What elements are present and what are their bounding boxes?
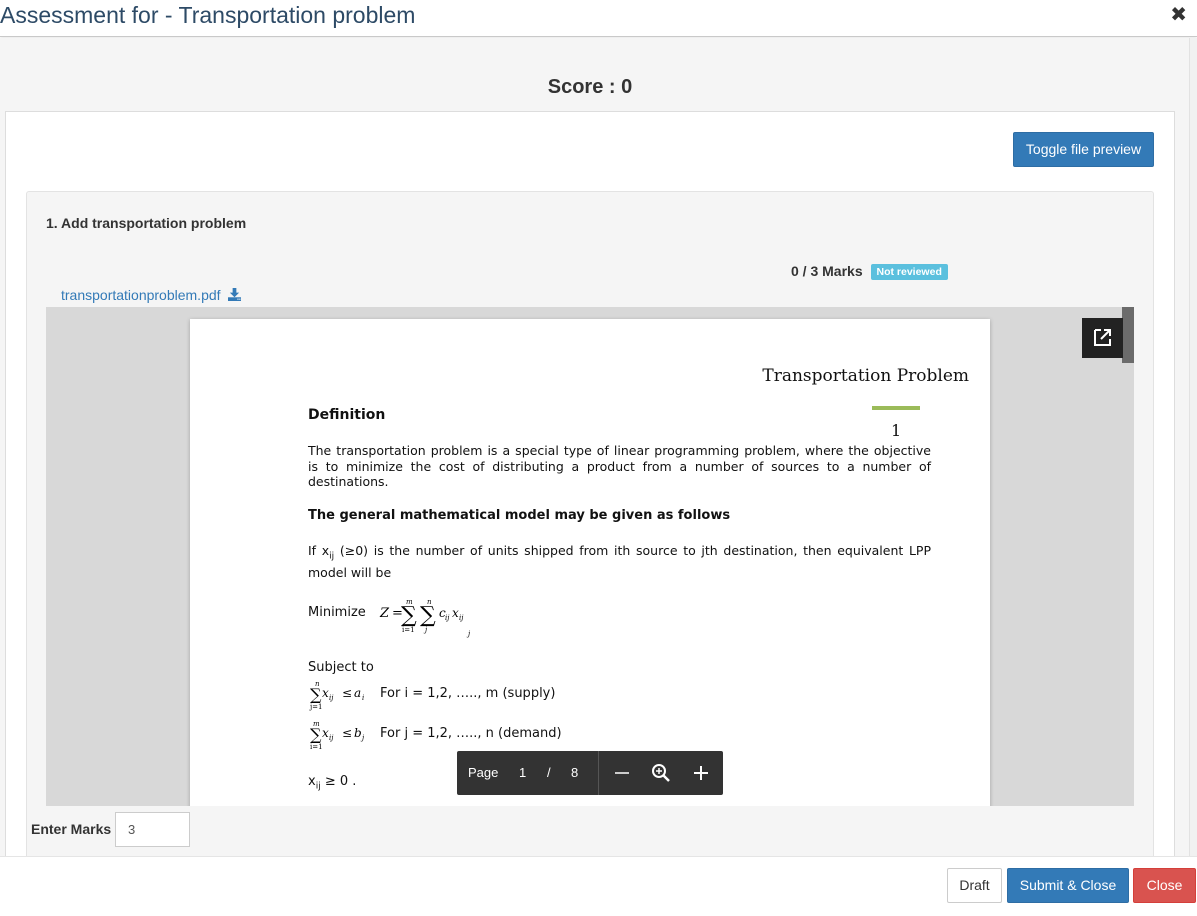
pdf-definition-text: The transportation problem is a special … — [308, 443, 931, 489]
svg-text:ij: ij — [459, 614, 464, 622]
pdf-viewer[interactable]: Transportation Problem 1 Definition The … — [46, 307, 1134, 806]
pdf-demand-text: For j = 1,2, ….., n (demand) — [380, 726, 562, 741]
pdf-viewer-scrollbar[interactable] — [1122, 307, 1134, 363]
pdf-model-heading: The general mathematical model may be gi… — [308, 508, 731, 523]
draft-button[interactable]: Draft — [947, 868, 1002, 903]
file-name: transportationproblem.pdf — [61, 287, 221, 303]
svg-text:∑: ∑ — [420, 603, 436, 628]
zoom-search-icon[interactable] — [647, 759, 675, 787]
pdf-nonneg-text: ≥ 0 . — [320, 774, 357, 789]
svg-text:i: i — [362, 694, 364, 702]
submit-close-button[interactable]: Submit & Close — [1007, 868, 1129, 903]
pdf-supply-text: For i = 1,2, ….., m (supply) — [380, 686, 556, 701]
pdf-objective-formula: Z = m ∑ n ∑ i=1 j c ij x ij j — [379, 598, 471, 638]
question-card: 1. Add transportation problem 0 / 3 Mark… — [26, 191, 1154, 856]
zoom-in-icon[interactable] — [687, 759, 715, 787]
svg-text:ij: ij — [445, 614, 450, 622]
svg-text:Z: Z — [379, 606, 390, 621]
marks-input[interactable] — [115, 812, 190, 847]
modal-header: Assessment for - Transportation problem … — [0, 0, 1197, 37]
svg-text:x: x — [322, 726, 329, 740]
svg-text:a: a — [354, 686, 361, 700]
pdf-demand-constraint: m ∑ i=1 x ij ≤ b j — [310, 720, 365, 751]
zoom-out-icon[interactable] — [608, 759, 636, 787]
svg-text:≤: ≤ — [342, 686, 352, 700]
file-download-link[interactable]: transportationproblem.pdf — [61, 287, 242, 303]
toolbar-divider — [598, 751, 599, 795]
modal-title: Assessment for - Transportation problem — [0, 2, 416, 28]
modal-scrollbar[interactable] — [1189, 38, 1197, 856]
marks-text: 0 / 3 Marks — [791, 263, 863, 279]
status-badge: Not reviewed — [870, 264, 948, 280]
page-label: Page — [468, 765, 499, 780]
download-icon — [228, 288, 242, 301]
open-external-button[interactable] — [1082, 318, 1123, 358]
pdf-model-intro-rest: (≥0) is the number of units shipped from… — [308, 543, 931, 580]
question-title: 1. Add transportation problem — [46, 215, 247, 231]
svg-text:≤: ≤ — [342, 726, 352, 740]
svg-text:b: b — [354, 726, 362, 740]
pdf-header-title: Transportation Problem — [762, 366, 969, 386]
page-separator: / — [547, 765, 551, 780]
pdf-accent-bar — [872, 406, 920, 410]
enter-marks-label: Enter Marks — [31, 821, 112, 837]
pdf-definition-heading: Definition — [308, 407, 386, 423]
pdf-toolbar: Page 1 / 8 — [457, 751, 723, 795]
pdf-minimize-label: Minimize — [308, 605, 366, 620]
pdf-page: Transportation Problem 1 Definition The … — [190, 319, 990, 806]
svg-text:i=1: i=1 — [310, 743, 323, 751]
open-external-icon — [1094, 329, 1111, 346]
svg-text:j=1: j=1 — [309, 703, 323, 711]
svg-text:j: j — [466, 630, 471, 638]
toggle-file-preview-button[interactable]: Toggle file preview — [1013, 132, 1154, 167]
svg-text:i=1: i=1 — [402, 626, 415, 634]
pdf-supply-constraint: n ∑ j=1 x ij ≤ a i — [309, 680, 364, 711]
pdf-nonneg-constraint: xij ≥ 0 . — [308, 774, 357, 792]
pdf-subject-to: Subject to — [308, 660, 374, 675]
current-page-input[interactable]: 1 — [519, 765, 526, 780]
modal-footer: Draft Submit & Close Close — [0, 856, 1197, 916]
assessment-panel: Toggle file preview 1. Add transportatio… — [5, 111, 1175, 856]
close-button[interactable]: Close — [1133, 868, 1196, 903]
close-icon[interactable]: ✖ — [1170, 2, 1187, 27]
svg-text:x: x — [322, 686, 329, 700]
svg-text:∑: ∑ — [310, 725, 322, 744]
svg-text:x: x — [452, 606, 459, 620]
total-pages: 8 — [571, 765, 579, 780]
svg-text:ij: ij — [329, 694, 334, 702]
pdf-model-intro: If xij (≥0) is the number of units shipp… — [308, 543, 931, 581]
svg-text:ij: ij — [329, 734, 334, 742]
pdf-page-number: 1 — [891, 421, 902, 440]
svg-text:∑: ∑ — [401, 603, 417, 628]
modal-body: Score : 0 Toggle file preview 1. Add tra… — [0, 38, 1197, 856]
marks-summary: 0 / 3 Marks Not reviewed — [791, 263, 948, 280]
pdf-model-intro-if: If x — [308, 543, 330, 558]
svg-text:∑: ∑ — [310, 685, 322, 704]
score-label: Score : 0 — [547, 76, 633, 98]
